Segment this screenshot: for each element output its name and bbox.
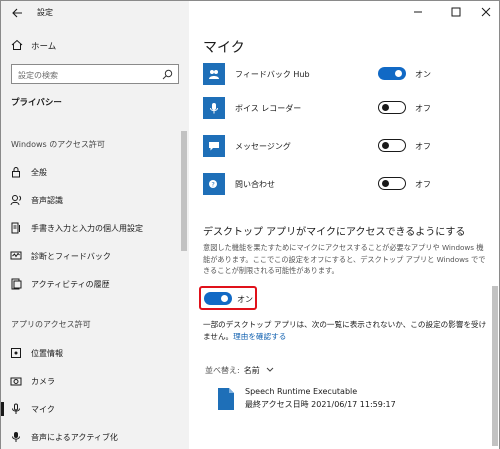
sidebar-item-location[interactable]: 位置情報	[1, 341, 181, 365]
group-heading-apps: アプリのアクセス許可	[11, 320, 91, 329]
home-icon	[11, 39, 23, 50]
sidebar-item-label: 診断とフィードバック	[31, 252, 111, 261]
settings-search-input[interactable]: 設定の検索	[11, 64, 179, 84]
maximize-icon	[451, 7, 461, 17]
sort-by-dropdown[interactable]: 並べ替え: 名前	[205, 365, 274, 376]
active-indicator	[1, 402, 4, 416]
voice-activation-icon	[12, 432, 20, 442]
minimize-button[interactable]	[411, 5, 425, 19]
app-row-contact-support: ? 問い合わせ オフ	[203, 173, 483, 199]
app-name: メッセージング	[235, 142, 291, 151]
sidebar-scrollbar[interactable]	[181, 131, 187, 251]
app-title: 設定	[37, 8, 53, 17]
sort-value: 名前	[243, 366, 260, 375]
desktop-apps-toggle[interactable]	[204, 292, 232, 305]
desktop-apps-note: 一部のデスクトップ アプリは、次の一覧に表示されないか、この設定の影響を受けませ…	[203, 319, 487, 343]
sidebar-item-inking[interactable]: 手書き入力と入力の個人用設定	[1, 216, 181, 240]
toggle-state-label: オン	[415, 70, 431, 79]
sidebar-item-diagnostics[interactable]: 診断とフィードバック	[1, 244, 181, 268]
svg-text:?: ?	[211, 180, 214, 188]
toggle-switch[interactable]	[378, 67, 406, 80]
app-name: 問い合わせ	[235, 180, 275, 189]
contact-support-icon: ?	[203, 173, 225, 195]
toggle-switch[interactable]	[378, 139, 406, 152]
app-name: ボイス レコーダー	[235, 104, 302, 113]
main-scrollbar[interactable]	[492, 286, 498, 446]
sidebar-item-microphone[interactable]: マイク	[1, 397, 181, 421]
app-row-messaging: メッセージング オフ	[203, 135, 483, 161]
main-content: マイク フィードバック Hub オン ボイス レコーダー オフ メッセージング …	[189, 1, 499, 449]
sidebar-item-speech[interactable]: 音声認識	[1, 188, 181, 212]
learn-why-link[interactable]: 理由を確認する	[233, 332, 286, 341]
search-placeholder: 設定の検索	[18, 71, 58, 80]
back-button[interactable]	[9, 5, 25, 21]
speech-icon	[10, 195, 22, 206]
sidebar-item-label: 音声によるアクティブ化	[31, 433, 118, 442]
toggle-switch[interactable]	[378, 101, 406, 114]
sort-label: 並べ替え:	[205, 366, 240, 375]
maximize-button[interactable]	[449, 5, 463, 19]
minimize-icon	[414, 11, 422, 13]
voice-recorder-icon	[203, 97, 225, 119]
app-row-voice-recorder: ボイス レコーダー オフ	[203, 97, 483, 123]
sidebar-item-label: カメラ	[31, 377, 55, 386]
toggle-switch[interactable]	[378, 177, 406, 190]
pen-icon	[11, 222, 20, 234]
title-bar: 設定	[1, 1, 189, 25]
close-button[interactable]	[479, 5, 493, 19]
lock-icon	[12, 167, 20, 178]
feedback-hub-icon	[203, 63, 225, 85]
location-icon	[11, 348, 21, 358]
desktop-app-name: Speech Runtime Executable	[245, 387, 358, 396]
sidebar-item-label: マイク	[31, 405, 55, 414]
chevron-down-icon	[264, 366, 275, 375]
sidebar-item-label: 音声認識	[31, 196, 63, 205]
toggle-state-label: オフ	[415, 142, 431, 151]
sidebar-item-label: 全般	[31, 168, 47, 177]
toggle-state-label: オフ	[415, 180, 431, 189]
microphone-icon	[12, 403, 20, 414]
desktop-apps-description: 意図した機能を果たすためにマイクにアクセスすることが必要なアプリや Window…	[203, 243, 486, 275]
sidebar-item-label: アクティビティの履歴	[31, 280, 110, 289]
toggle-state-label: オフ	[415, 104, 431, 113]
sidebar-item-general[interactable]: 全般	[1, 160, 181, 184]
home-link[interactable]: ホーム	[1, 35, 181, 57]
page-title: マイク	[203, 40, 245, 56]
sidebar-item-label: 手書き入力と入力の個人用設定	[31, 224, 143, 233]
sidebar-item-label: 位置情報	[31, 349, 63, 358]
sidebar-item-voice-activation[interactable]: 音声によるアクティブ化	[1, 425, 181, 449]
close-icon	[481, 7, 491, 17]
search-icon	[162, 69, 173, 80]
section-title: プライバシー	[11, 98, 62, 108]
history-icon	[11, 278, 22, 290]
diagnostics-icon	[10, 251, 22, 260]
executable-file-icon	[218, 388, 234, 410]
sidebar-item-activity-history[interactable]: アクティビティの履歴	[1, 272, 181, 296]
app-row-feedback-hub: フィードバック Hub オン	[203, 63, 483, 89]
desktop-app-last-access: 最終アクセス日時 2021/06/17 11:59:17	[245, 400, 396, 409]
settings-window: 設定 ホーム 設定の検索 プライバシー Windows のアクセス許可 全般 音…	[0, 0, 500, 449]
desktop-apps-heading: デスクトップ アプリがマイクにアクセスできるようにする	[203, 227, 466, 238]
sidebar-item-camera[interactable]: カメラ	[1, 369, 181, 393]
sidebar: 設定 ホーム 設定の検索 プライバシー Windows のアクセス許可 全般 音…	[1, 1, 189, 449]
back-arrow-icon	[11, 8, 22, 18]
desktop-app-item: Speech Runtime Executable 最終アクセス日時 2021/…	[217, 385, 477, 413]
home-label: ホーム	[31, 42, 57, 52]
messaging-icon	[203, 135, 225, 157]
desktop-apps-toggle-label: オン	[237, 295, 253, 304]
group-heading-windows: Windows のアクセス許可	[11, 140, 105, 149]
app-name: フィードバック Hub	[235, 70, 310, 79]
camera-icon	[10, 377, 22, 386]
